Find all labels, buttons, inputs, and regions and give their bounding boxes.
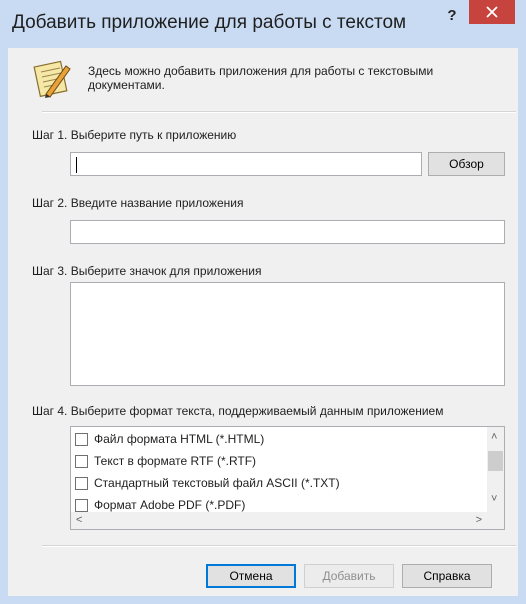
close-button[interactable] bbox=[469, 0, 515, 24]
icon-picker-box[interactable] bbox=[70, 282, 505, 386]
help-button[interactable]: Справка bbox=[402, 564, 492, 588]
close-icon bbox=[486, 6, 498, 18]
step1-label: Шаг 1. Выберите путь к приложению bbox=[32, 128, 237, 142]
help-title-button[interactable]: ? bbox=[440, 2, 464, 28]
format-checkbox[interactable] bbox=[75, 454, 88, 468]
add-button[interactable]: Добавить bbox=[304, 564, 394, 588]
dialog-title: Добавить приложение для работы с текстом bbox=[12, 12, 407, 33]
step2-label: Шаг 2. Введите название приложения bbox=[32, 196, 244, 210]
vertical-scrollbar[interactable]: ˄ ˅ bbox=[487, 427, 504, 513]
format-label: Файл формата HTML (*.HTML) bbox=[94, 432, 265, 446]
app-name-input[interactable] bbox=[70, 220, 505, 244]
format-checkbox[interactable] bbox=[75, 476, 88, 490]
format-label: Стандартный текстовый файл ASCII (*.TXT) bbox=[94, 476, 340, 490]
scroll-thumb[interactable] bbox=[488, 451, 503, 471]
list-item[interactable]: Текст в формате RTF (*.RTF) bbox=[75, 451, 256, 471]
format-checkbox[interactable] bbox=[75, 432, 88, 446]
browse-button[interactable]: Обзор bbox=[428, 152, 505, 176]
scrollbar-corner bbox=[487, 512, 504, 529]
list-item[interactable]: Стандартный текстовый файл ASCII (*.TXT) bbox=[75, 473, 340, 493]
add-text-app-dialog: Добавить приложение для работы с текстом… bbox=[0, 0, 526, 604]
app-path-input[interactable] bbox=[70, 152, 422, 176]
format-list[interactable]: Файл формата HTML (*.HTML) Текст в форма… bbox=[70, 426, 505, 530]
separator-top bbox=[42, 111, 516, 113]
scroll-down-icon[interactable]: ˅ bbox=[491, 493, 497, 505]
intro-text: Здесь можно добавить приложения для рабо… bbox=[88, 64, 434, 92]
title-bar: Добавить приложение для работы с текстом… bbox=[0, 0, 526, 48]
format-checkbox[interactable] bbox=[75, 498, 88, 512]
text-caret bbox=[76, 157, 77, 173]
scroll-up-icon[interactable]: ˄ bbox=[491, 431, 497, 443]
separator-bottom bbox=[42, 545, 516, 547]
cancel-button[interactable]: Отмена bbox=[206, 564, 296, 588]
list-item[interactable]: Файл формата HTML (*.HTML) bbox=[75, 429, 264, 449]
step3-label: Шаг 3. Выберите значок для приложения bbox=[32, 264, 262, 278]
format-label: Формат Adobe PDF (*.PDF) bbox=[94, 498, 246, 512]
step4-label: Шаг 4. Выберите формат текста, поддержив… bbox=[32, 404, 444, 418]
scroll-right-icon[interactable]: > bbox=[476, 514, 482, 526]
scroll-left-icon[interactable]: < bbox=[76, 514, 82, 526]
horizontal-scrollbar[interactable]: < > bbox=[71, 512, 487, 529]
notepad-pencil-icon bbox=[33, 60, 71, 98]
format-label: Текст в формате RTF (*.RTF) bbox=[94, 454, 257, 468]
